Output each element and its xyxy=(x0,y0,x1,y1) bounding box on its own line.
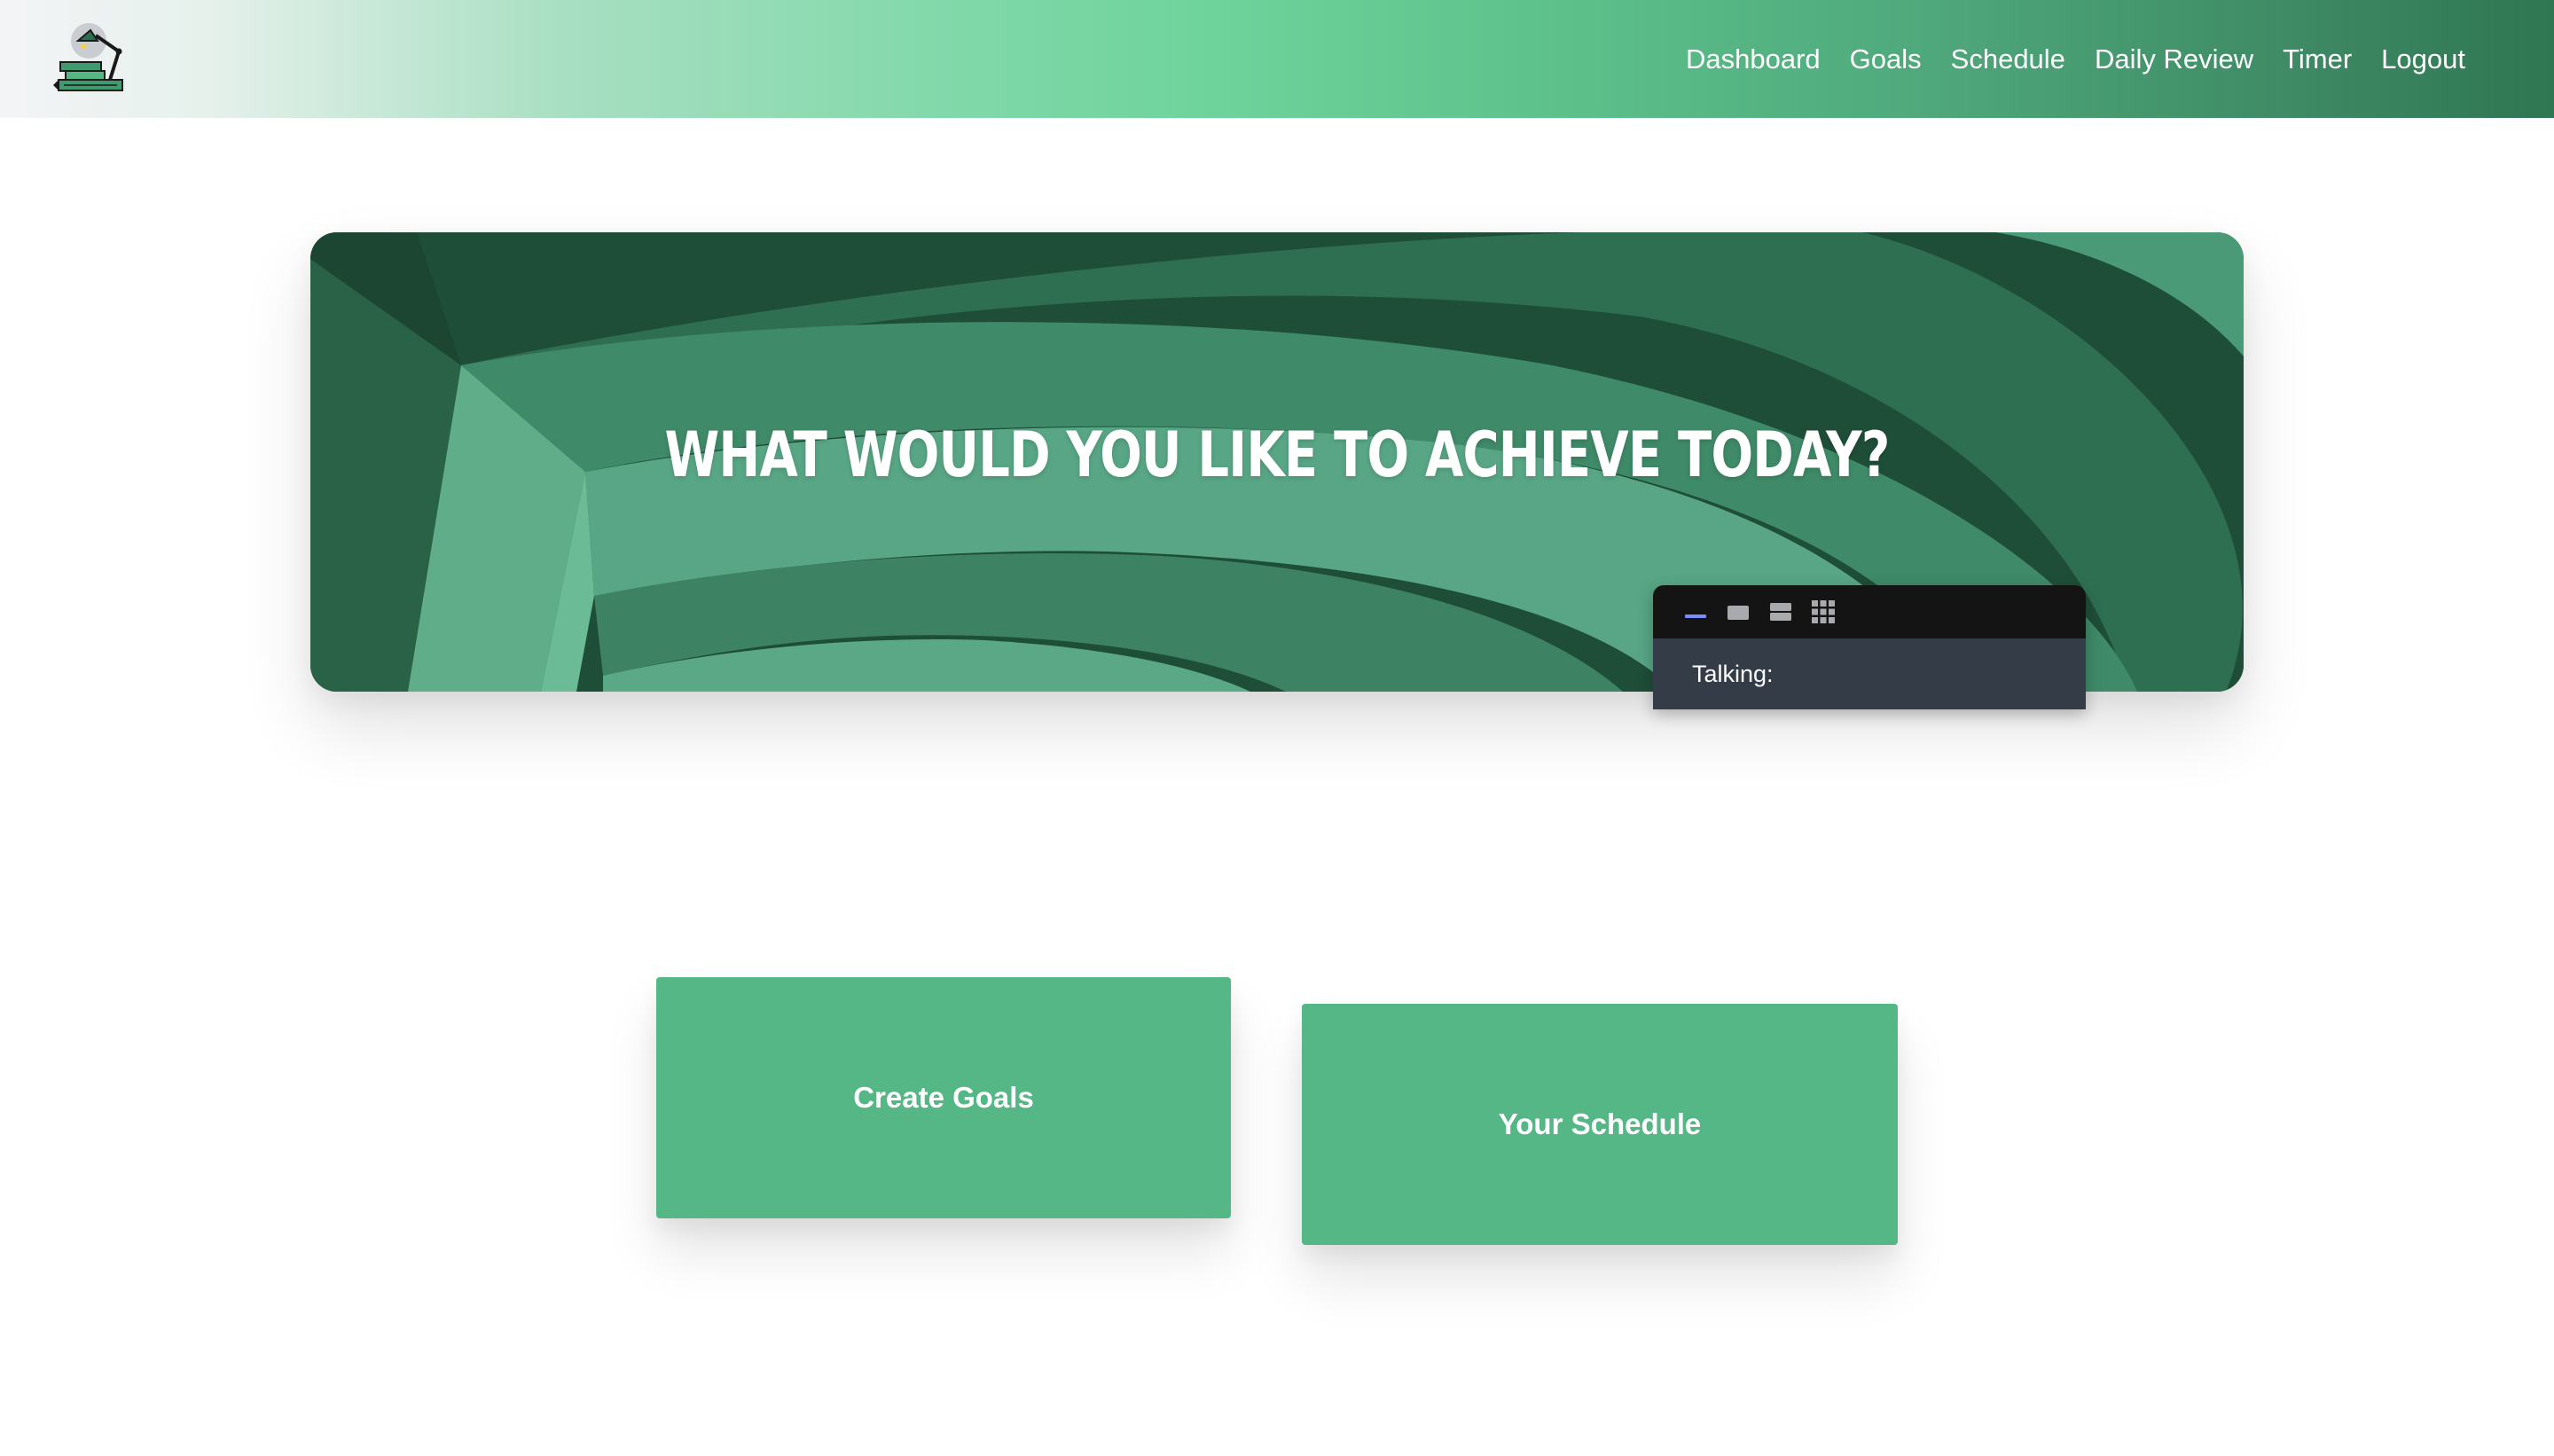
nav-link-dashboard[interactable]: Dashboard xyxy=(1686,43,1821,75)
widget-body: Talking: xyxy=(1653,638,2086,709)
talking-label: Talking: xyxy=(1692,660,1774,687)
grid-view-icon[interactable] xyxy=(1811,599,1836,624)
split-view-icon[interactable] xyxy=(1768,599,1793,624)
logo-icon[interactable] xyxy=(51,21,129,98)
nav-link-timer[interactable]: Timer xyxy=(2283,43,2352,75)
nav-link-schedule[interactable]: Schedule xyxy=(1951,43,2065,75)
nav-links: Dashboard Goals Schedule Daily Review Ti… xyxy=(1686,0,2465,118)
widget-toolbar xyxy=(1653,585,2086,638)
create-goals-button[interactable]: Create Goals xyxy=(656,977,1231,1218)
top-navbar: Dashboard Goals Schedule Daily Review Ti… xyxy=(0,0,2554,118)
nav-link-goals[interactable]: Goals xyxy=(1850,43,1922,75)
hero-title: WHAT WOULD YOU LIKE TO ACHIEVE TODAY? xyxy=(664,419,1890,491)
nav-link-logout[interactable]: Logout xyxy=(2381,43,2465,75)
voice-widget: Talking: xyxy=(1653,585,2086,709)
single-view-icon[interactable] xyxy=(1726,599,1751,624)
nav-link-daily-review[interactable]: Daily Review xyxy=(2095,43,2253,75)
your-schedule-button[interactable]: Your Schedule xyxy=(1302,1004,1898,1245)
minimize-icon[interactable] xyxy=(1683,599,1708,624)
